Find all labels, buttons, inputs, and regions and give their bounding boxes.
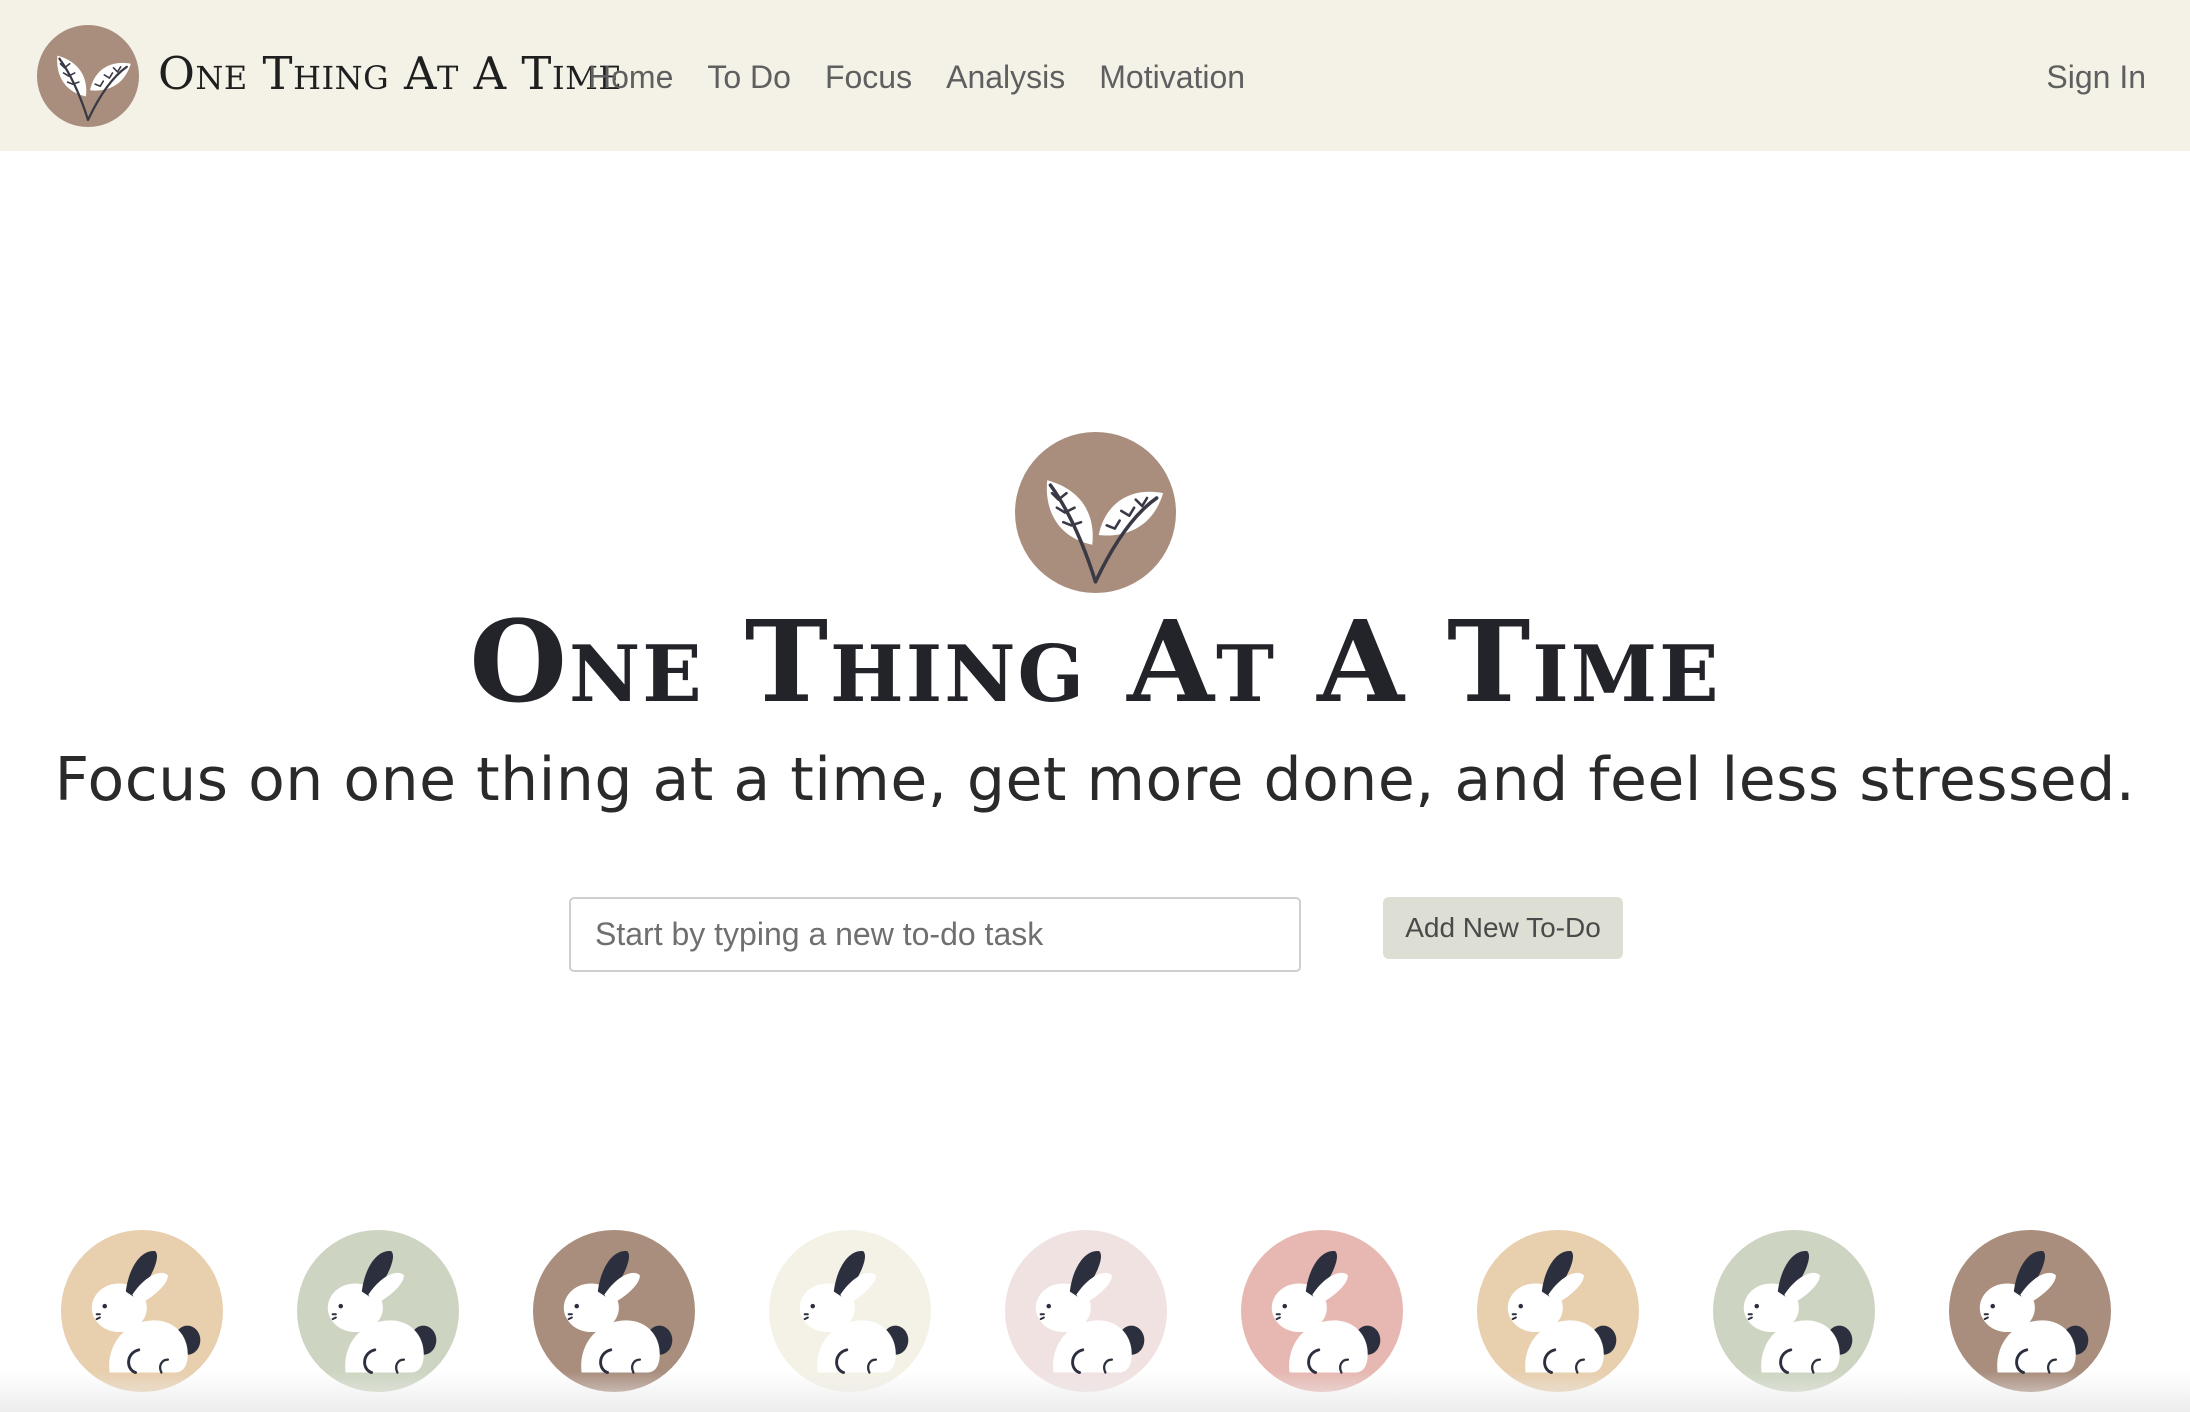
nav-links: Home To Do Focus Analysis Motivation [588, 54, 1245, 100]
sign-in-link[interactable]: Sign In [2046, 54, 2146, 100]
leaf-icon [1015, 432, 1176, 593]
bunny-row [0, 1228, 2190, 1412]
bunny-icon [1241, 1230, 1403, 1392]
add-new-todo-button[interactable]: Add New To-Do [1383, 897, 1623, 959]
hero-title: One Thing At A Time [469, 597, 1721, 728]
nav-link-motivation[interactable]: Motivation [1099, 54, 1245, 100]
nav-link-focus[interactable]: Focus [825, 54, 912, 100]
bunny-icon [533, 1230, 695, 1392]
brand-name[interactable]: One Thing At A Time [158, 48, 622, 100]
bunny-icon [1005, 1230, 1167, 1392]
bunny-icon [1949, 1230, 2111, 1392]
hero-subtitle: Focus on one thing at a time, get more d… [54, 745, 2136, 815]
nav-link-home[interactable]: Home [588, 54, 673, 100]
bunny-icon [769, 1230, 931, 1392]
bunny-icon [1713, 1230, 1875, 1392]
bunny-icon [297, 1230, 459, 1392]
navbar: One Thing At A Time Home To Do Focus Ana… [0, 0, 2190, 151]
nav-link-analysis[interactable]: Analysis [946, 54, 1065, 100]
leaf-logo-icon[interactable] [37, 25, 139, 127]
new-todo-input[interactable] [569, 897, 1301, 972]
bunny-icon [61, 1230, 223, 1392]
nav-link-to-do[interactable]: To Do [707, 54, 791, 100]
bunny-icon [1477, 1230, 1639, 1392]
